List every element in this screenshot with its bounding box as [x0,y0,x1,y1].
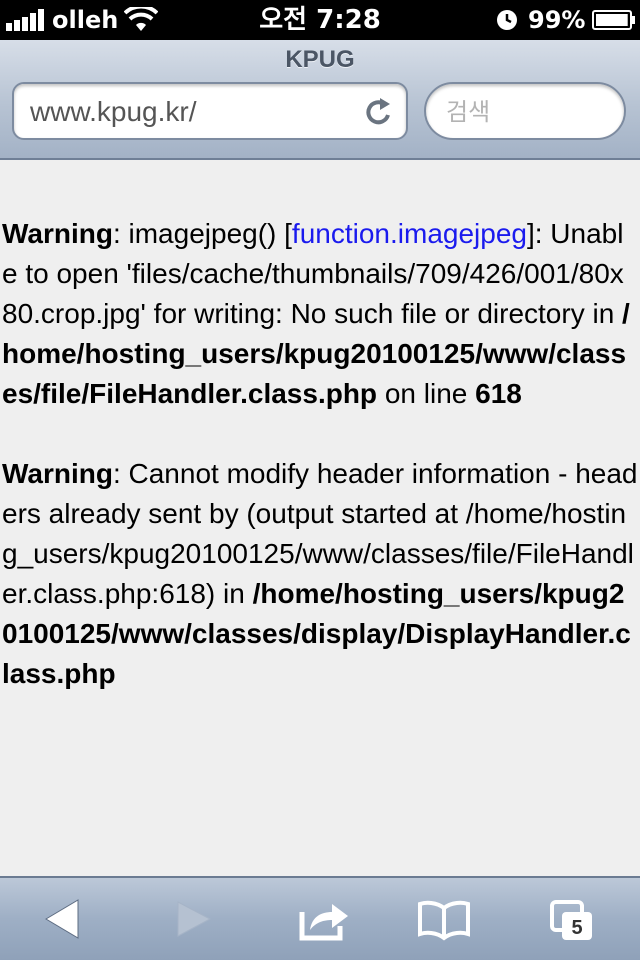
forward-arrow-icon [177,901,212,937]
status-bar: olleh 오전 7:28 99% [0,0,640,40]
line-number: 618 [475,378,522,409]
function-link[interactable]: function.imagejpeg [292,218,527,249]
battery-icon [592,10,635,30]
tabs-button[interactable]: 5 [544,896,600,942]
warning-message: Warning: imagejpeg() [function.imagejpeg… [2,214,638,414]
url-text: www.kpug.kr/ [30,96,197,127]
share-icon [299,904,348,941]
warning-text: on line [377,378,476,409]
warning-text: imagejpeg() [ [128,218,292,249]
bookmarks-button[interactable] [416,896,472,942]
back-arrow-icon [45,899,79,939]
warning-separator: : [112,218,129,249]
back-button[interactable] [42,896,98,942]
reload-icon[interactable] [364,96,394,128]
page-title: KPUG [285,46,355,73]
warning-label: Warning [2,458,113,489]
warning-separator: : [112,458,129,489]
bottom-toolbar: 5 [0,876,640,960]
tab-count: 5 [571,917,583,939]
warning-label: Warning [2,218,113,249]
address-bar[interactable]: www.kpug.kr/ [12,82,408,140]
share-button[interactable] [296,896,352,942]
clock-lock-icon [497,10,517,30]
warning-message: Warning: Cannot modify header informatio… [2,454,638,694]
page-content[interactable]: Warning: imagejpeg() [function.imagejpeg… [0,160,640,876]
search-placeholder: 검색 [446,98,491,126]
battery-percent: 99% [528,6,586,34]
search-field[interactable]: 검색 [424,82,626,140]
page-body: Warning: imagejpeg() [function.imagejpeg… [2,214,638,734]
forward-button[interactable] [166,896,222,942]
bookmarks-icon [418,900,470,941]
browser-header: KPUG www.kpug.kr/ 검색 [0,40,640,160]
